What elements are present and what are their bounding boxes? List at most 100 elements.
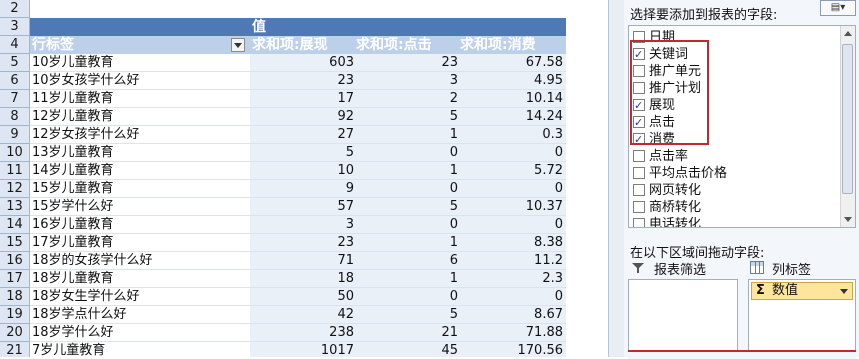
row-labels-filter-dropdown[interactable] bbox=[231, 38, 245, 52]
value-cell[interactable]: 0 bbox=[354, 180, 458, 198]
value-cell[interactable]: 3 bbox=[250, 216, 354, 234]
value-cell[interactable]: 1 bbox=[354, 126, 458, 144]
value-cell[interactable]: 1 bbox=[354, 270, 458, 288]
row-number[interactable]: 17 bbox=[0, 270, 29, 288]
value-cell[interactable]: 23 bbox=[354, 54, 458, 72]
row-label-cell[interactable]: 7岁儿童教育 bbox=[32, 342, 232, 357]
table-row[interactable]: 18岁女生学什么好 50 0 0 bbox=[30, 288, 566, 306]
value-cell[interactable]: 1 bbox=[354, 234, 458, 252]
value-cell[interactable]: 2.3 bbox=[458, 270, 563, 288]
value-cell[interactable]: 0 bbox=[458, 180, 563, 198]
value-cell[interactable]: 17 bbox=[250, 90, 354, 108]
table-row[interactable]: 17岁儿童教育 23 1 8.38 bbox=[30, 234, 566, 252]
field-checkbox[interactable] bbox=[633, 201, 645, 213]
field-item[interactable]: 点击率 bbox=[633, 148, 833, 165]
value-cell[interactable]: 603 bbox=[250, 54, 354, 72]
table-row[interactable]: 10岁女孩学什么好 23 3 4.95 bbox=[30, 72, 566, 90]
table-row[interactable]: 12岁儿童教育 92 5 14.24 bbox=[30, 108, 566, 126]
value-cell[interactable]: 0 bbox=[354, 144, 458, 162]
value-cell[interactable]: 238 bbox=[250, 324, 354, 342]
table-row[interactable]: 18岁的女孩学什么好 71 6 11.2 bbox=[30, 252, 566, 270]
value-cell[interactable]: 92 bbox=[250, 108, 354, 126]
table-row[interactable]: 15岁儿童教育 9 0 0 bbox=[30, 180, 566, 198]
row-number[interactable]: 4 bbox=[0, 36, 29, 54]
value-cell[interactable]: 2 bbox=[354, 90, 458, 108]
value-cell[interactable]: 71.88 bbox=[458, 324, 563, 342]
value-cell[interactable]: 1017 bbox=[250, 342, 354, 357]
value-cell[interactable]: 0 bbox=[458, 288, 563, 306]
row-label-cell[interactable]: 14岁儿童教育 bbox=[32, 162, 232, 180]
row-number[interactable]: 3 bbox=[0, 18, 29, 36]
value-cell[interactable]: 42 bbox=[250, 306, 354, 324]
row-label-cell[interactable]: 12岁女孩学什么好 bbox=[32, 126, 232, 144]
value-cell[interactable]: 67.58 bbox=[458, 54, 563, 72]
col-header-cost[interactable]: 求和项:消费 bbox=[460, 36, 536, 54]
field-list-layout-icon[interactable]: ▤▾ bbox=[820, 0, 856, 16]
value-cell[interactable]: 4.95 bbox=[458, 72, 563, 90]
row-number[interactable]: 16 bbox=[0, 252, 29, 270]
table-row[interactable]: 18岁学什么好 238 21 71.88 bbox=[30, 324, 566, 342]
table-row[interactable]: 11岁儿童教育 17 2 10.14 bbox=[30, 90, 566, 108]
value-cell[interactable]: 0 bbox=[458, 144, 563, 162]
row-number[interactable]: 5 bbox=[0, 54, 29, 72]
field-item[interactable]: 平均点击价格 bbox=[633, 165, 833, 182]
value-cell[interactable]: 10 bbox=[250, 162, 354, 180]
scroll-up-icon[interactable] bbox=[844, 31, 852, 36]
value-cell[interactable]: 5 bbox=[354, 108, 458, 126]
table-row[interactable]: 18岁儿童教育 18 1 2.3 bbox=[30, 270, 566, 288]
value-cell[interactable]: 3 bbox=[354, 72, 458, 90]
value-cell[interactable]: 0.3 bbox=[458, 126, 563, 144]
table-row[interactable]: 10岁儿童教育 603 23 67.58 bbox=[30, 54, 566, 72]
table-row[interactable]: 18岁学点什么好 42 5 8.67 bbox=[30, 306, 566, 324]
value-cell[interactable]: 5.72 bbox=[458, 162, 563, 180]
value-cell[interactable]: 5 bbox=[250, 144, 354, 162]
row-number[interactable]: 9 bbox=[0, 126, 29, 144]
value-cell[interactable]: 9 bbox=[250, 180, 354, 198]
row-label-cell[interactable]: 18岁学点什么好 bbox=[32, 306, 232, 324]
empty-cells[interactable] bbox=[566, 0, 608, 357]
value-cell[interactable]: 0 bbox=[458, 216, 563, 234]
report-filter-drop-area[interactable] bbox=[628, 279, 738, 351]
field-checkbox[interactable] bbox=[633, 150, 645, 162]
table-row[interactable]: 16岁儿童教育 3 0 0 bbox=[30, 216, 566, 234]
row-label-cell[interactable]: 10岁女孩学什么好 bbox=[32, 72, 232, 90]
value-cell[interactable]: 50 bbox=[250, 288, 354, 306]
row-number[interactable]: 7 bbox=[0, 90, 29, 108]
row-label-cell[interactable]: 11岁儿童教育 bbox=[32, 90, 232, 108]
value-cell[interactable]: 5 bbox=[354, 198, 458, 216]
value-cell[interactable]: 6 bbox=[354, 252, 458, 270]
value-cell[interactable]: 10.37 bbox=[458, 198, 563, 216]
value-cell[interactable]: 5 bbox=[354, 306, 458, 324]
value-cell[interactable]: 23 bbox=[250, 234, 354, 252]
value-cell[interactable]: 18 bbox=[250, 270, 354, 288]
scroll-thumb[interactable] bbox=[842, 44, 853, 194]
row-label-cell[interactable]: 18岁的女孩学什么好 bbox=[32, 252, 232, 270]
chevron-down-icon[interactable] bbox=[840, 289, 848, 294]
row-labels-header[interactable]: 行标签 bbox=[32, 36, 74, 54]
row-label-cell[interactable]: 18岁儿童教育 bbox=[32, 270, 232, 288]
row-label-cell[interactable]: 17岁儿童教育 bbox=[32, 234, 232, 252]
row-number[interactable]: 6 bbox=[0, 72, 29, 90]
field-checkbox[interactable] bbox=[633, 184, 645, 196]
row-number[interactable]: 20 bbox=[0, 324, 29, 342]
value-cell[interactable]: 1 bbox=[354, 162, 458, 180]
field-checkbox[interactable] bbox=[633, 218, 645, 227]
table-row[interactable]: 14岁儿童教育 10 1 5.72 bbox=[30, 162, 566, 180]
col-header-impressions[interactable]: 求和项:展现 bbox=[252, 36, 328, 54]
field-item[interactable]: 电话转化 bbox=[633, 216, 833, 227]
value-cell[interactable]: 170.56 bbox=[458, 342, 564, 357]
table-row[interactable]: 13岁儿童教育 5 0 0 bbox=[30, 144, 566, 162]
field-checkbox[interactable] bbox=[633, 167, 645, 179]
row-number[interactable]: 10 bbox=[0, 144, 29, 162]
field-list-scrollbar[interactable] bbox=[840, 26, 855, 227]
value-cell[interactable]: 57 bbox=[250, 198, 354, 216]
row-number[interactable]: 18 bbox=[0, 288, 29, 306]
value-cell[interactable]: 27 bbox=[250, 126, 354, 144]
value-cell[interactable]: 0 bbox=[354, 288, 458, 306]
row-number[interactable]: 2 bbox=[0, 0, 29, 18]
value-cell[interactable]: 0 bbox=[354, 216, 458, 234]
row-number[interactable]: 15 bbox=[0, 234, 29, 252]
value-cell[interactable]: 10.14 bbox=[458, 90, 563, 108]
table-row[interactable]: 15岁学什么好 57 5 10.37 bbox=[30, 198, 566, 216]
field-item[interactable]: 网页转化 bbox=[633, 182, 833, 199]
